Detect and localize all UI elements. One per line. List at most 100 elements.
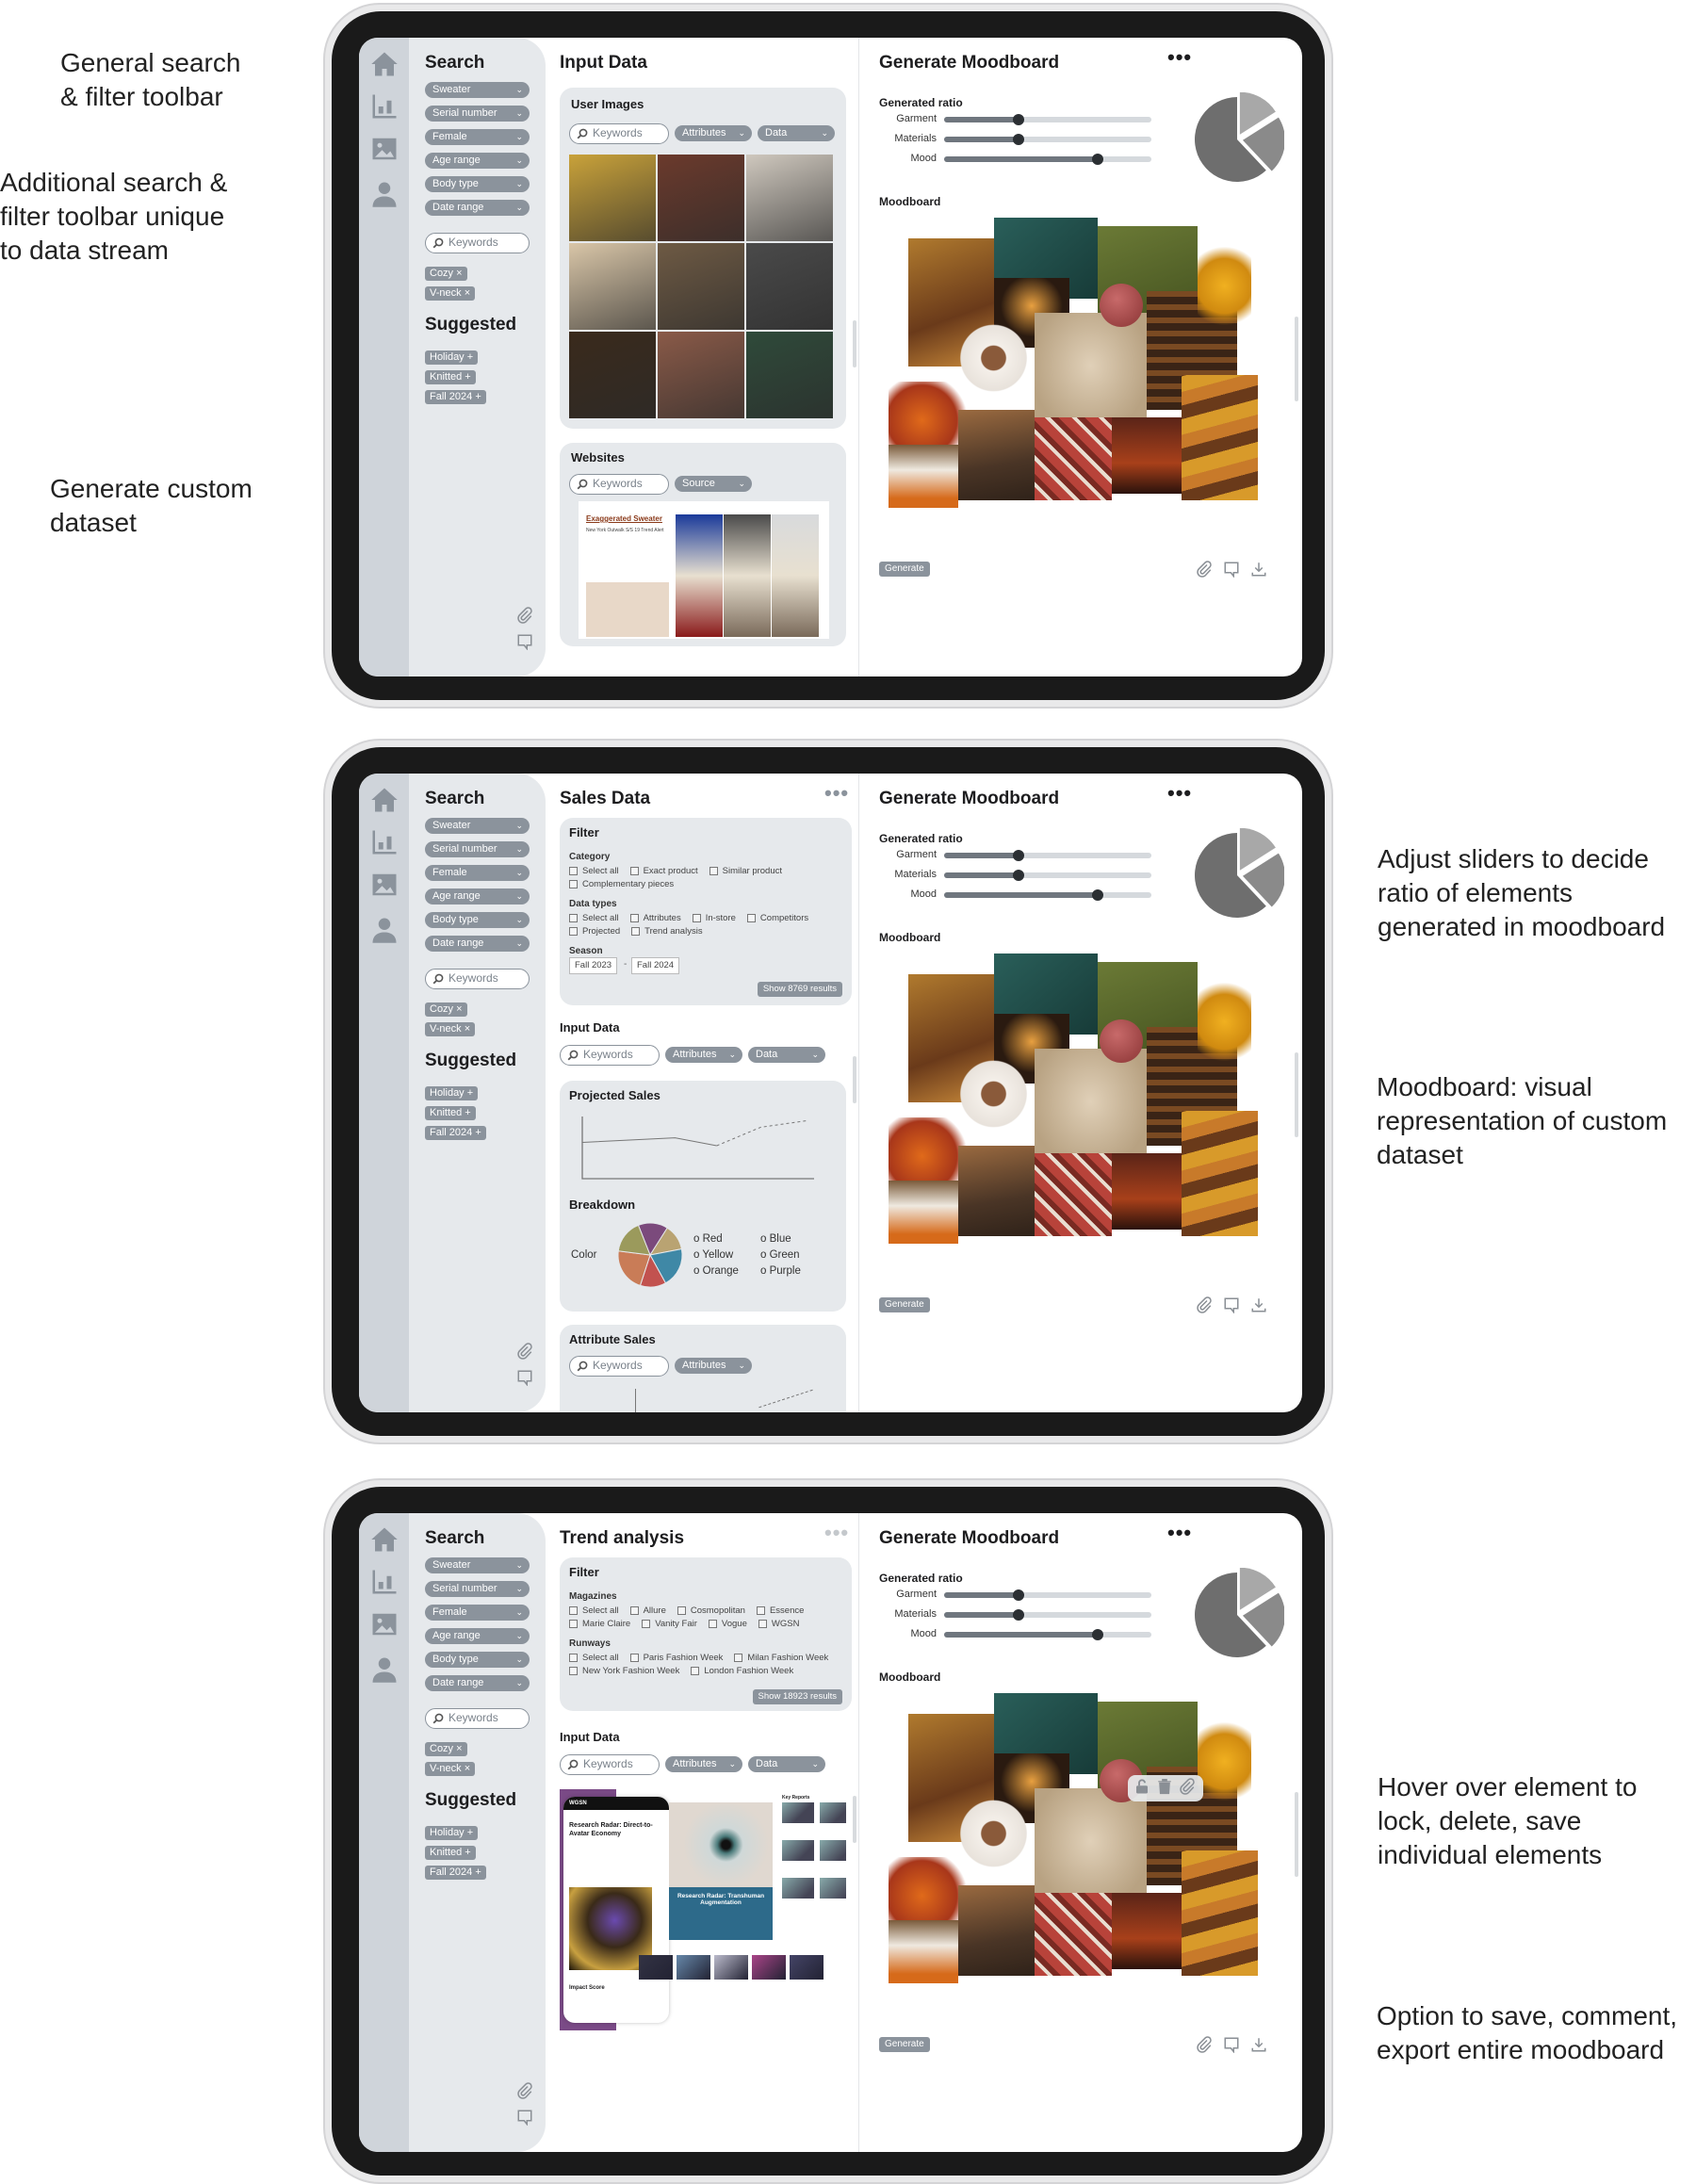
more-options-icon[interactable]: ••• — [824, 783, 849, 804]
bar-chart-icon[interactable] — [370, 1568, 399, 1601]
season-from-input[interactable]: Fall 2023 — [569, 957, 618, 974]
ratio-slider[interactable] — [944, 850, 1151, 861]
checkbox-option[interactable]: Complementary pieces — [569, 879, 674, 889]
suggested-tag[interactable]: Knitted + — [425, 1106, 476, 1120]
add-icon[interactable]: + — [462, 1107, 470, 1118]
checkbox-option[interactable]: Select all — [569, 1605, 619, 1616]
more-options-icon[interactable]: ••• — [1167, 1523, 1192, 1543]
middle-scrollbar[interactable] — [853, 1796, 856, 1843]
keywords-search-input[interactable]: Keywords — [425, 1708, 530, 1729]
checkbox[interactable] — [642, 1619, 651, 1628]
remove-icon[interactable]: × — [462, 1023, 470, 1035]
checkbox-option[interactable]: London Fashion Week — [691, 1666, 793, 1676]
add-icon[interactable]: + — [472, 391, 481, 402]
checkbox-option[interactable]: New York Fashion Week — [569, 1666, 679, 1676]
add-icon[interactable]: + — [472, 1127, 481, 1138]
source-dropdown[interactable]: Source ⌄ — [675, 476, 752, 492]
checkbox-option[interactable]: Exact product — [629, 866, 698, 876]
keywords-search-input[interactable]: Keywords — [425, 233, 530, 253]
filter-dropdown[interactable]: Date range ⌄ — [425, 1675, 530, 1691]
filter-dropdown[interactable]: Body type ⌄ — [425, 912, 530, 928]
fireplace-photo[interactable] — [1112, 417, 1182, 494]
season-to-input[interactable]: Fall 2024 — [631, 957, 680, 974]
paperclip-icon[interactable] — [1196, 1296, 1213, 1318]
checkbox-option[interactable]: Milan Fashion Week — [734, 1653, 828, 1663]
filter-tag[interactable]: V-neck × — [425, 286, 476, 301]
show-results-button[interactable]: Show 18923 results — [752, 1689, 842, 1704]
ratio-slider[interactable] — [944, 114, 1151, 125]
suggested-tag[interactable]: Fall 2024 + — [425, 1126, 486, 1140]
filter-dropdown[interactable]: Age range ⌄ — [425, 1628, 530, 1644]
suggested-tag[interactable]: Knitted + — [425, 370, 476, 384]
filter-dropdown[interactable]: Age range ⌄ — [425, 888, 530, 905]
filter-dropdown[interactable]: Sweater ⌄ — [425, 818, 530, 834]
keywords-search-input[interactable]: Keywords — [560, 1754, 660, 1775]
checkbox[interactable] — [569, 926, 578, 936]
checkbox[interactable] — [709, 867, 718, 875]
checkbox-option[interactable]: Select all — [569, 866, 619, 876]
checkbox[interactable] — [677, 1606, 686, 1615]
maple-leaf-photo[interactable] — [1198, 238, 1251, 334]
fireplace-photo[interactable] — [1112, 1153, 1182, 1230]
user-icon[interactable] — [370, 180, 399, 213]
user-image[interactable] — [746, 332, 833, 418]
paint-swatches-photo[interactable] — [1182, 1850, 1258, 1976]
data-dropdown[interactable]: Data ⌄ — [748, 1047, 825, 1063]
comment-icon[interactable] — [516, 1369, 533, 1391]
suggested-tag[interactable]: Fall 2024 + — [425, 390, 486, 404]
maple-leaf-photo[interactable] — [1198, 974, 1251, 1069]
generate-button[interactable]: Generate — [879, 562, 930, 577]
comment-icon[interactable] — [1223, 561, 1240, 582]
image-icon[interactable] — [370, 135, 399, 168]
add-icon[interactable]: + — [465, 1827, 473, 1838]
checkbox[interactable] — [569, 914, 578, 922]
ratio-slider[interactable] — [944, 1609, 1151, 1621]
generate-button[interactable]: Generate — [879, 2037, 930, 2052]
checkbox-option[interactable]: WGSN — [758, 1619, 799, 1629]
remove-icon[interactable]: × — [453, 1003, 462, 1015]
checkbox[interactable] — [569, 1654, 578, 1662]
add-icon[interactable]: + — [472, 1866, 481, 1878]
checkbox-option[interactable]: Attributes — [629, 913, 681, 923]
slider-thumb[interactable] — [1091, 889, 1103, 901]
filter-dropdown[interactable]: Sweater ⌄ — [425, 1557, 530, 1573]
checkbox[interactable] — [631, 926, 641, 936]
attributes-dropdown[interactable]: Attributes ⌄ — [665, 1756, 742, 1772]
keywords-search-input[interactable]: Keywords — [569, 474, 669, 495]
boots-photo[interactable] — [958, 1146, 1035, 1236]
home-icon[interactable] — [370, 1525, 399, 1558]
filter-dropdown[interactable]: Date range ⌄ — [425, 200, 530, 216]
filter-dropdown[interactable]: Female ⌄ — [425, 1605, 530, 1621]
filter-dropdown[interactable]: Age range ⌄ — [425, 153, 530, 169]
user-image[interactable] — [658, 332, 744, 418]
data-dropdown[interactable]: Data ⌄ — [758, 125, 835, 141]
slider-thumb[interactable] — [1013, 114, 1025, 125]
paint-swatches-photo[interactable] — [1182, 1111, 1258, 1236]
socks-photo[interactable] — [1035, 1893, 1112, 1976]
remove-icon[interactable]: × — [453, 268, 462, 279]
yarn-ball-photo[interactable] — [1100, 1019, 1143, 1063]
filter-tag[interactable]: Cozy × — [425, 1742, 467, 1756]
remove-icon[interactable]: × — [462, 1763, 470, 1774]
suggested-tag[interactable]: Holiday + — [425, 1086, 479, 1100]
comment-icon[interactable] — [1223, 2036, 1240, 2058]
user-image[interactable] — [569, 155, 656, 241]
ratio-slider[interactable] — [944, 1629, 1151, 1640]
right-scrollbar[interactable] — [1295, 317, 1298, 401]
slider-thumb[interactable] — [1013, 850, 1025, 861]
user-image[interactable] — [746, 155, 833, 241]
image-icon[interactable] — [370, 871, 399, 904]
generate-button[interactable]: Generate — [879, 1297, 930, 1312]
comment-icon[interactable] — [516, 2109, 533, 2130]
filter-tag[interactable]: V-neck × — [425, 1022, 476, 1036]
checkbox-option[interactable]: Cosmopolitan — [677, 1605, 745, 1616]
paint-swatches-photo[interactable] — [1182, 375, 1258, 500]
slider-thumb[interactable] — [1013, 134, 1025, 145]
filter-dropdown[interactable]: Female ⌄ — [425, 865, 530, 881]
paperclip-icon[interactable] — [516, 1343, 533, 1364]
comment-icon[interactable] — [516, 633, 533, 655]
filter-tag[interactable]: V-neck × — [425, 1762, 476, 1776]
ratio-slider[interactable] — [944, 1589, 1151, 1601]
ratio-slider[interactable] — [944, 870, 1151, 881]
maple-leaf-photo[interactable] — [1198, 1714, 1251, 1809]
